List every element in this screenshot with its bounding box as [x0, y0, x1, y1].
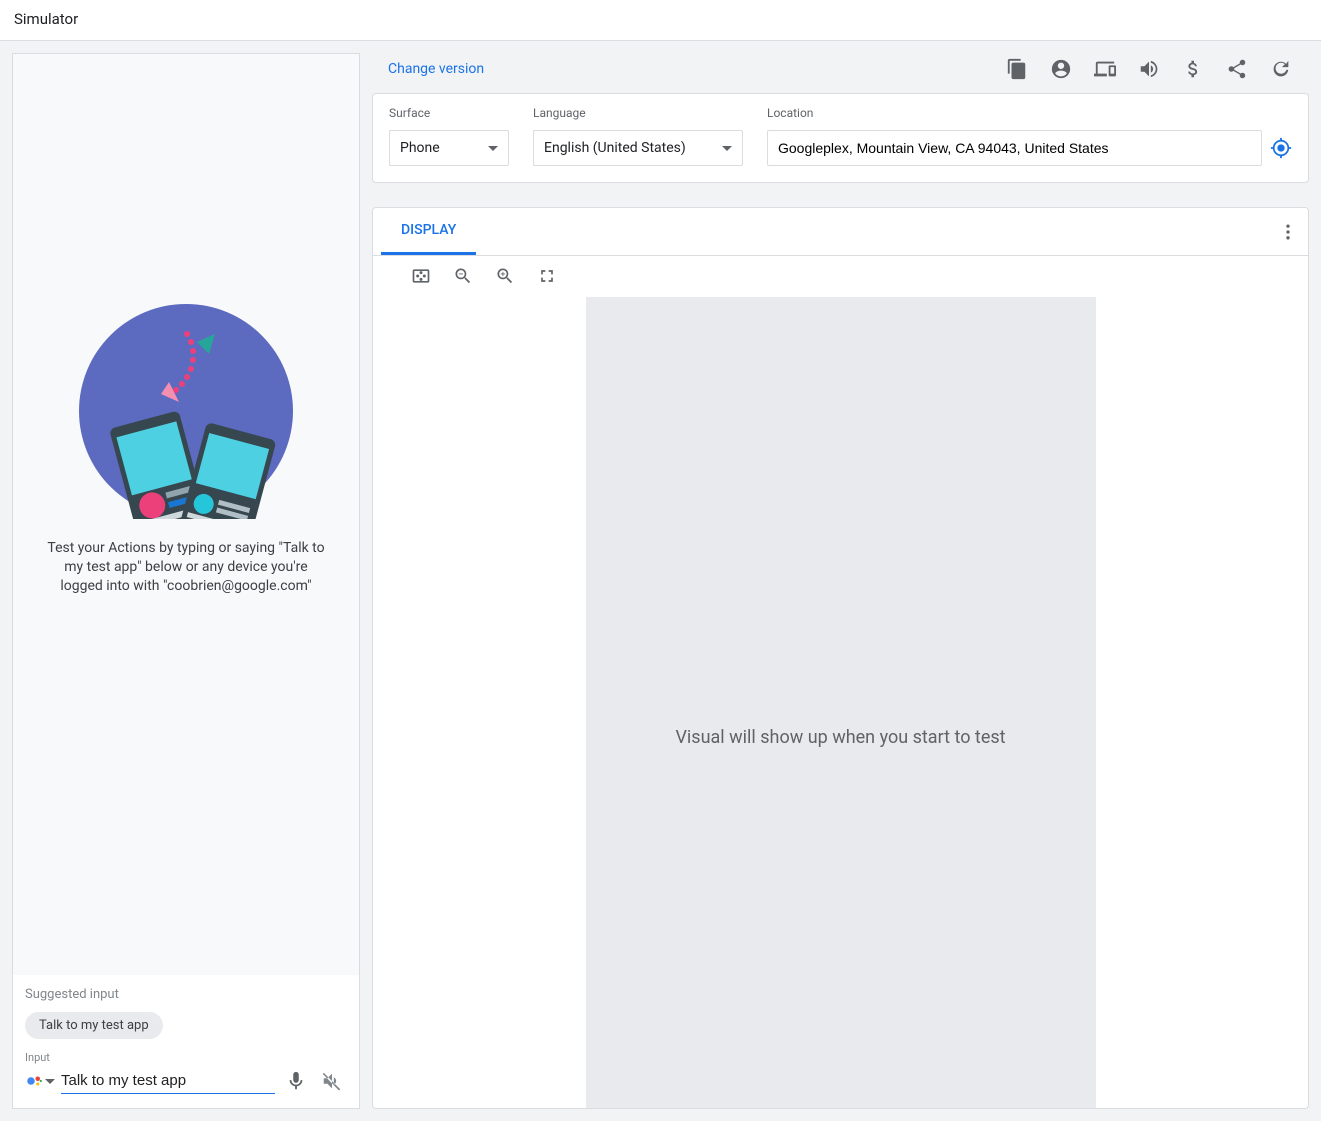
language-select[interactable]: English (United States)	[533, 130, 743, 166]
volume-icon[interactable]	[1137, 57, 1161, 81]
fullscreen-icon[interactable]	[537, 266, 557, 286]
location-input[interactable]	[767, 130, 1262, 166]
devices-icon[interactable]	[1093, 57, 1117, 81]
account-icon[interactable]	[1049, 57, 1073, 81]
suggestion-chip[interactable]: Talk to my test app	[25, 1012, 163, 1039]
chevron-down-icon	[45, 1079, 55, 1084]
input-label: Input	[25, 1051, 347, 1064]
surface-label: Surface	[389, 106, 509, 120]
more-vert-icon[interactable]	[1276, 220, 1300, 244]
suggested-input-label: Suggested input	[25, 987, 347, 1002]
intro-illustration	[79, 304, 294, 519]
refresh-icon[interactable]	[1269, 57, 1293, 81]
preview-area: Visual will show up when you start to te…	[373, 297, 1308, 1108]
chevron-down-icon	[488, 146, 498, 151]
location-setting: Location	[767, 106, 1292, 166]
assistant-icon	[25, 1072, 43, 1090]
message-input[interactable]	[61, 1068, 275, 1094]
gps-icon[interactable]	[1270, 137, 1292, 159]
tab-display[interactable]: DISPLAY	[381, 208, 476, 255]
preview-placeholder-text: Visual will show up when you start to te…	[675, 727, 1005, 748]
zoom-in-icon[interactable]	[495, 266, 515, 286]
surface-setting: Surface Phone	[389, 106, 509, 166]
display-tabs: DISPLAY	[373, 208, 1308, 256]
right-panel: Change version	[372, 41, 1321, 1121]
preview-placeholder: Visual will show up when you start to te…	[586, 297, 1096, 1108]
change-version-link[interactable]: Change version	[388, 61, 484, 77]
simulator-chat-panel: Test your Actions by typing or saying "T…	[12, 53, 360, 1109]
main-content: Test your Actions by typing or saying "T…	[0, 41, 1321, 1121]
assistant-mode-toggle[interactable]	[25, 1068, 55, 1094]
language-setting: Language English (United States)	[533, 106, 743, 166]
page-title: Simulator	[0, 0, 1321, 41]
settings-card: Surface Phone Language English (United S…	[372, 93, 1309, 183]
suggested-input-area: Suggested input Talk to my test app	[13, 975, 359, 1043]
language-label: Language	[533, 106, 743, 120]
input-area: Input	[13, 1043, 359, 1108]
share-icon[interactable]	[1225, 57, 1249, 81]
language-value: English (United States)	[544, 140, 686, 156]
speaker-off-icon[interactable]	[317, 1066, 347, 1096]
location-label: Location	[767, 106, 1292, 120]
payment-icon[interactable]	[1181, 57, 1205, 81]
display-toolbar	[373, 256, 1308, 297]
surface-value: Phone	[400, 140, 440, 156]
chevron-down-icon	[722, 146, 732, 151]
intro-text: Test your Actions by typing or saying "T…	[46, 539, 326, 596]
surface-select[interactable]: Phone	[389, 130, 509, 166]
chat-area: Test your Actions by typing or saying "T…	[13, 54, 359, 975]
microphone-icon[interactable]	[281, 1066, 311, 1096]
top-bar: Change version	[372, 53, 1309, 93]
zoom-out-icon[interactable]	[453, 266, 473, 286]
display-card: DISPLAY	[372, 207, 1309, 1109]
fit-screen-icon[interactable]	[411, 266, 431, 286]
copy-icon[interactable]	[1005, 57, 1029, 81]
